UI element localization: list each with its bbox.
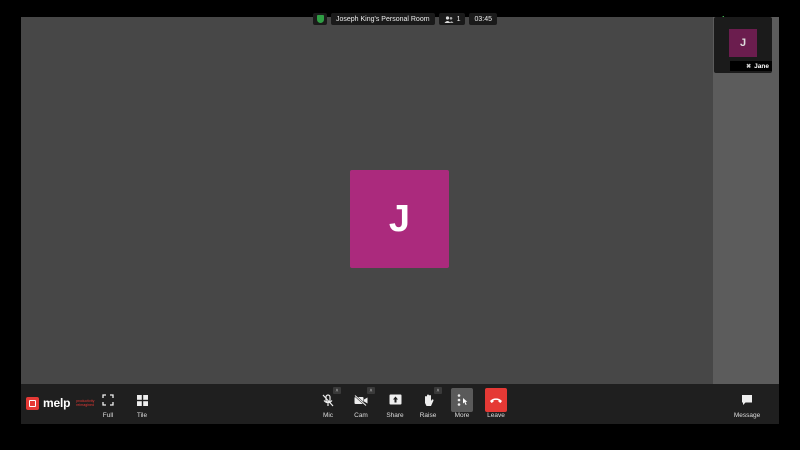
- message-label: Message: [733, 412, 761, 419]
- share-label: Share: [386, 412, 404, 419]
- brand-name: melp: [43, 396, 71, 410]
- more-options-button[interactable]: More: [449, 388, 475, 422]
- self-view-name: Jane: [754, 62, 769, 70]
- participants-icon: [444, 15, 454, 23]
- more-label: More: [454, 412, 470, 419]
- mic-label: Mic: [322, 412, 334, 419]
- more-vertical-dots-icon: [457, 394, 468, 406]
- meeting-toolbar: melp productivity reimagined Full Tile ˄…: [21, 384, 779, 424]
- fullscreen-icon: [102, 394, 114, 406]
- room-name: Joseph King's Personal Room: [331, 13, 435, 25]
- main-speaker-avatar: J: [350, 170, 449, 268]
- share-screen-icon: [389, 394, 401, 405]
- melp-logo: melp productivity reimagined: [26, 396, 100, 410]
- share-screen-button[interactable]: Share: [382, 390, 408, 422]
- raise-label: Raise: [419, 412, 437, 419]
- mic-muted-icon: [322, 393, 334, 406]
- self-view-avatar: J: [729, 29, 757, 57]
- mic-toggle-button[interactable]: Mic: [315, 390, 341, 422]
- raise-hand-button[interactable]: Raise: [415, 390, 441, 422]
- participant-count[interactable]: 1: [438, 13, 466, 25]
- leave-label: Leave: [487, 412, 505, 419]
- self-view-thumbnail[interactable]: J ✖ Jane: [714, 17, 772, 73]
- muted-mic-icon: ✖: [746, 63, 752, 70]
- message-button[interactable]: Message: [733, 390, 761, 422]
- tile-view-button[interactable]: Tile: [129, 390, 155, 422]
- grid-icon: [136, 394, 148, 406]
- melp-logo-icon: [26, 396, 39, 410]
- fullscreen-label: Full: [102, 412, 114, 419]
- tile-view-label: Tile: [136, 412, 148, 419]
- elapsed-timer: 03:45: [469, 13, 497, 25]
- raise-hand-icon: [424, 394, 434, 406]
- leave-meeting-button[interactable]: Leave: [483, 388, 509, 422]
- camera-toggle-button[interactable]: Cam: [348, 390, 374, 422]
- hang-up-icon: [490, 398, 502, 403]
- chat-bubble-icon: [742, 395, 752, 405]
- cam-label: Cam: [354, 412, 368, 419]
- secure-shield-icon[interactable]: [313, 13, 327, 25]
- meeting-info-bar: Joseph King's Personal Room 1 03:45: [313, 13, 497, 25]
- participant-count-value: 1: [456, 15, 461, 23]
- fullscreen-button[interactable]: Full: [95, 390, 121, 422]
- camera-off-icon: [354, 394, 368, 406]
- self-view-name-tag: ✖ Jane: [730, 61, 772, 71]
